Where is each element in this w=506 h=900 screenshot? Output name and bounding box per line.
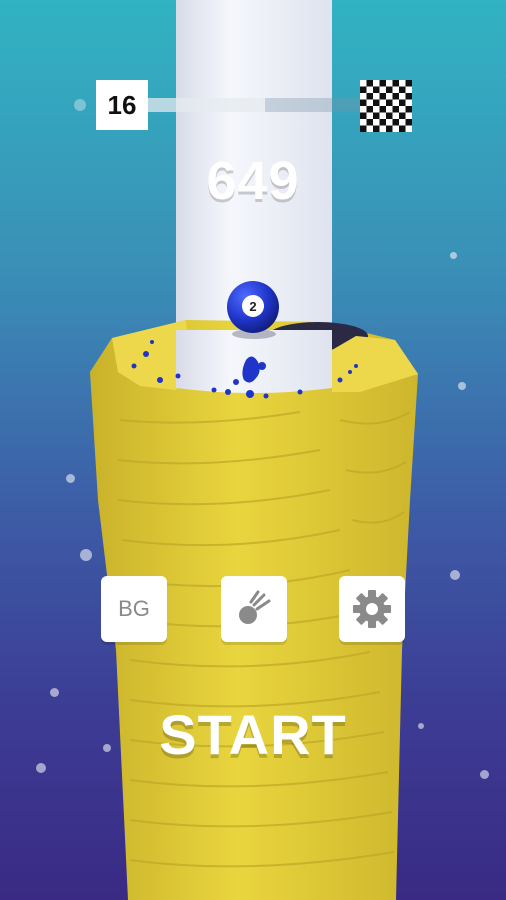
progress-start-dot: [74, 99, 86, 111]
current-level-number: 16: [107, 89, 137, 120]
settings-button[interactable]: [339, 576, 405, 642]
ball-trail-icon: [239, 590, 271, 624]
bg-button-label: BG: [118, 596, 150, 621]
gear-icon: [353, 590, 391, 628]
start-button[interactable]: START: [0, 702, 506, 767]
ball-number: 2: [249, 299, 256, 314]
ball-skins-button[interactable]: [221, 576, 287, 642]
score-counter: 649: [206, 151, 300, 211]
level-progress-bar: [148, 98, 360, 112]
background-select-button[interactable]: BG: [101, 576, 167, 642]
finish-flag-icon: [360, 80, 412, 132]
level-progress-fill: [148, 98, 265, 112]
current-level-badge: 16: [96, 80, 148, 130]
